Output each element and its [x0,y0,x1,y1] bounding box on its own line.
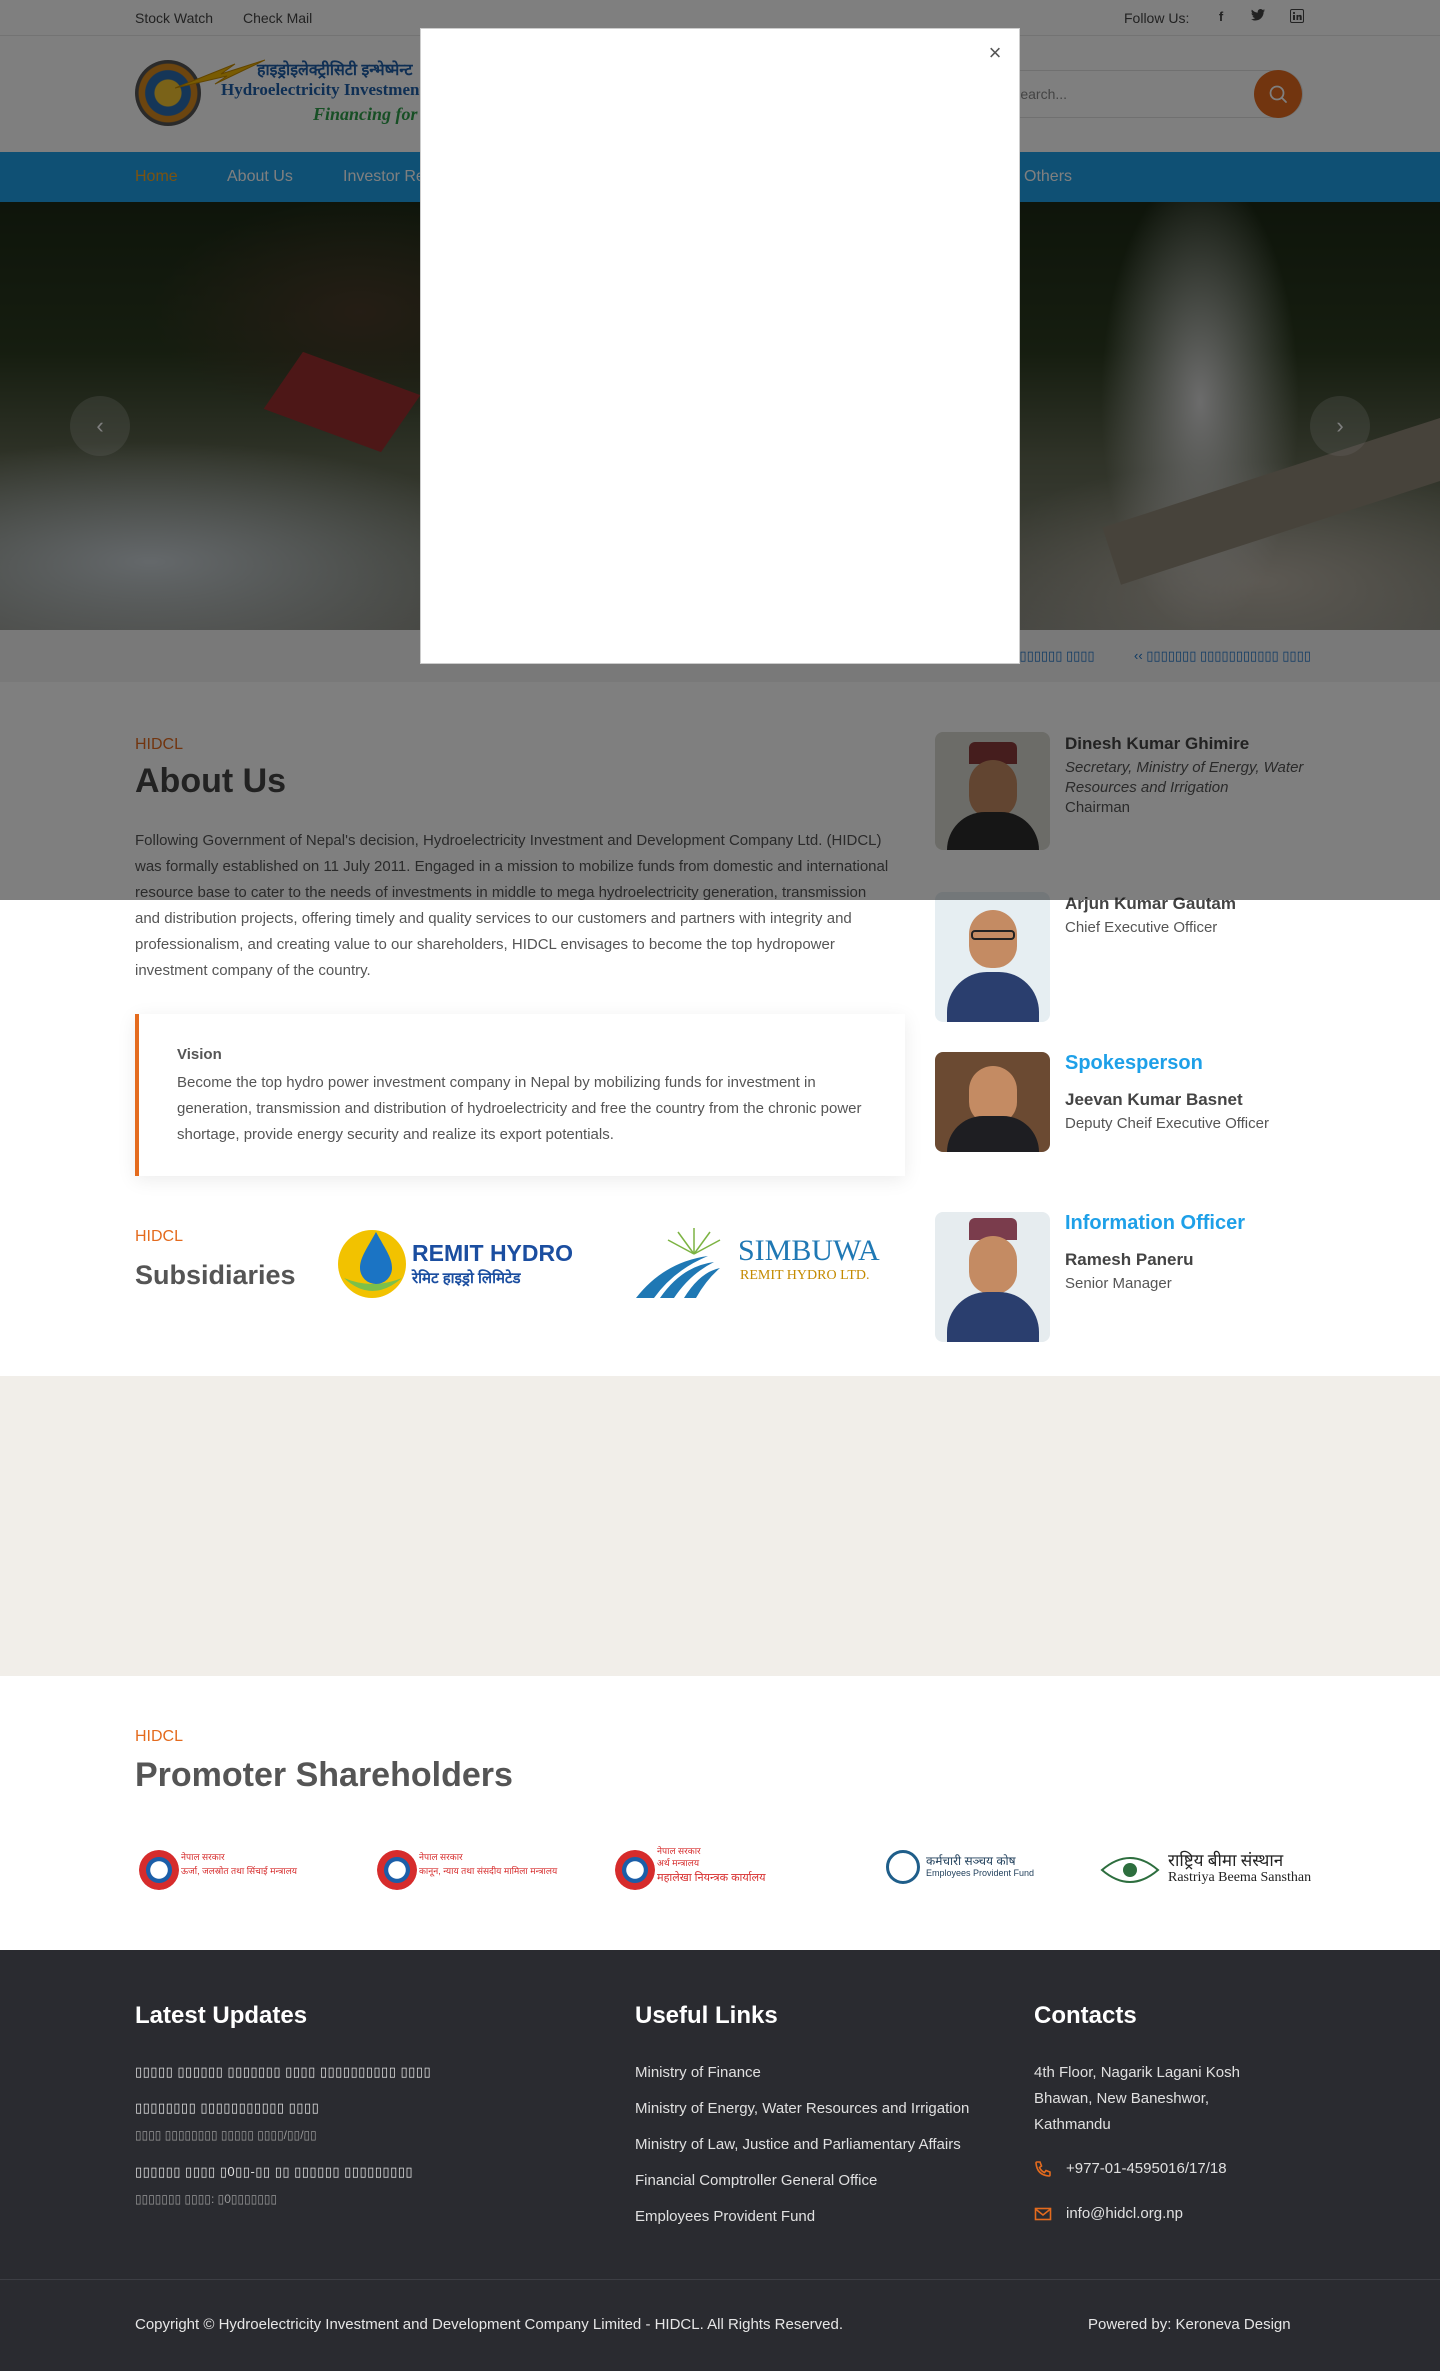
contacts-title: Contacts [1034,2002,1137,2029]
address-line: 4th Floor, Nagarik Lagani Kosh [1034,2064,1240,2081]
update-link[interactable]: ▯▯▯▯▯▯▯▯ ▯▯▯▯▯▯▯▯▯▯▯ ▯▯▯▯ [135,2100,319,2116]
logo-text: कर्मचारी सञ्चय कोष [926,1854,1016,1868]
promoter-logo-energy-ministry[interactable]: नेपाल सरकार ऊर्जा, जलस्रोत तथा सिंचाई मन… [135,1836,335,1906]
nepal-emblem-icon [377,1850,417,1890]
person-name: Jeevan Kumar Basnet [1065,1090,1243,1109]
logo-text: Employees Provident Fund [926,1868,1035,1878]
simbuwa-name: SIMBUWA [738,1234,880,1267]
footer-link[interactable]: Ministry of Finance [635,2064,761,2081]
remit-hydro-logo[interactable]: REMIT HYDRO रेमिट हाइड्रो लिमिटेड [336,1226,573,1302]
footer-divider [0,2279,1440,2280]
simbuwa-logo[interactable]: SIMBUWA REMIT HYDRO LTD. [634,1222,884,1302]
vision-title: Vision [177,1046,222,1063]
vision-card: Vision Become the top hydro power invest… [135,1014,905,1176]
promoter-logo-rbs[interactable]: राष्ट्रिय बीमा संस्थान Rastriya Beema Sa… [1098,1836,1312,1906]
email-icon [1034,2207,1052,2221]
nepal-emblem-icon [139,1850,179,1890]
logo-text: अर्थ मन्त्रालय [657,1858,700,1868]
footer-link[interactable]: Employees Provident Fund [635,2208,815,2225]
email-address[interactable]: info@hidcl.org.np [1066,2205,1183,2222]
rbs-emblem-icon [1100,1857,1160,1883]
update-link[interactable]: ▯▯▯▯▯ ▯▯▯▯▯▯ ▯▯▯▯▯▯▯ ▯▯▯▯ ▯▯▯▯▯▯▯▯▯▯ ▯▯▯… [135,2064,431,2080]
logo-text: ऊर्जा, जलस्रोत तथा सिंचाई मन्त्रालय [181,1866,298,1876]
information-officer-heading: Information Officer [1065,1212,1246,1234]
subsidiaries-eyebrow: HIDCL [135,1228,184,1245]
information-officer-photo [935,1212,1050,1342]
promoter-logo-epf[interactable]: कर्मचारी सञ्चय कोष Employees Provident F… [884,1836,1044,1906]
useful-links-title: Useful Links [635,2002,778,2029]
decorative-band [0,1376,1440,1676]
promoter-logo-law-ministry[interactable]: नेपाल सरकार कानून, न्याय तथा संसदीय मामि… [373,1836,593,1906]
update-date: ▯▯▯▯ ▯▯▯▯▯▯▯▯ ▯▯▯▯▯ ▯▯▯▯/▯▯/▯▯ [135,2128,317,2142]
footer-link[interactable]: Financial Comptroller General Office [635,2172,877,2189]
promoters-eyebrow: HIDCL [135,1728,184,1745]
logo-text: नेपाल सरकार [419,1852,463,1862]
update-date: ▯▯▯▯▯▯▯ ▯▯▯▯: ▯0▯▯▯▯▯▯▯ [135,2192,278,2206]
footer-link[interactable]: Ministry of Energy, Water Resources and … [635,2100,969,2117]
remit-hydro-name: REMIT HYDRO [412,1240,573,1266]
popup-modal: × [420,28,1020,664]
ceo-photo [935,892,1050,1022]
person-position: Chief Executive Officer [1065,919,1218,936]
phone-icon [1035,2161,1051,2177]
nepal-emblem-icon [615,1850,655,1890]
promoter-logo-fcgo[interactable]: नेपाल सरकार अर्थ मन्त्रालय महालेखा नियन्… [611,1836,811,1906]
close-icon[interactable]: × [985,42,1005,64]
epf-emblem-icon [886,1850,920,1884]
update-link[interactable]: ▯▯▯▯▯▯ ▯▯▯▯ ▯0▯▯-▯▯ ▯▯ ▯▯▯▯▯▯ ▯▯▯▯▯▯▯▯▯ [135,2164,413,2180]
subsidiaries-title: Subsidiaries [135,1260,296,1290]
site-footer: Latest Updates ▯▯▯▯▯ ▯▯▯▯▯▯ ▯▯▯▯▯▯▯ ▯▯▯▯… [0,1950,1440,2371]
remit-hydro-subtitle: रेमिट हाइड्रो लिमिटेड [412,1270,521,1287]
vision-body: Become the top hydro power investment co… [177,1074,862,1143]
logo-text: राष्ट्रिय बीमा संस्थान [1168,1851,1284,1870]
phone-number[interactable]: +977-01-4595016/17/18 [1066,2160,1227,2177]
logo-text: महालेखा नियन्त्रक कार्यालय [657,1872,766,1884]
person-position: Senior Manager [1065,1275,1172,1292]
logo-text: कानून, न्याय तथा संसदीय मामिला मन्त्रालय [419,1866,558,1876]
spokesperson-photo [935,1052,1050,1152]
simbuwa-subtitle: REMIT HYDRO LTD. [740,1268,870,1283]
spokesperson-heading: Spokesperson [1065,1052,1203,1074]
person-position: Deputy Cheif Executive Officer [1065,1115,1269,1132]
logo-text: नेपाल सरकार [181,1852,225,1862]
latest-updates-title: Latest Updates [135,2002,308,2029]
person-name: Ramesh Paneru [1065,1250,1194,1269]
logo-text: Rastriya Beema Sansthan [1168,1870,1312,1885]
address-line: Bhawan, New Baneshwor, [1034,2090,1210,2107]
powered-by-link[interactable]: Powered by: Keroneva Design [1088,2316,1291,2333]
footer-link[interactable]: Ministry of Law, Justice and Parliamenta… [635,2136,961,2153]
promoters-title: Promoter Shareholders [135,1756,513,1794]
address-line: Kathmandu [1034,2116,1111,2133]
copyright-text: Copyright © Hydroelectricity Investment … [135,2316,844,2333]
